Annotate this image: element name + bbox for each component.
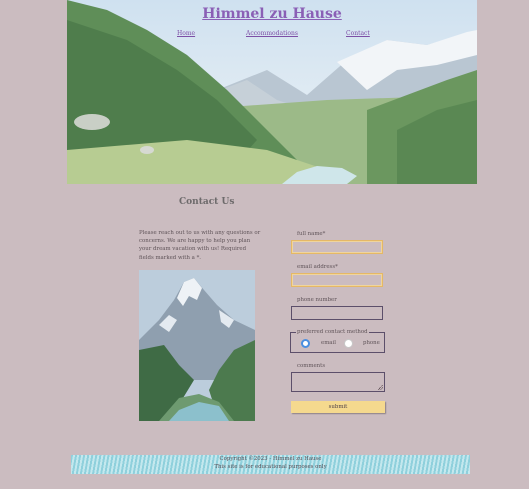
full-name-input[interactable] <box>291 240 383 254</box>
radio-email[interactable] <box>301 339 310 348</box>
footer-note: This site is for educational purposes on… <box>214 464 327 470</box>
email-address-input[interactable] <box>291 273 383 287</box>
site-footer: Copyright ©2023 - Himmel zu Hause This s… <box>71 455 470 474</box>
mountain-landscape-image <box>67 0 477 184</box>
mountain-peak-photo <box>139 270 255 421</box>
phone-number-input[interactable] <box>291 306 383 320</box>
footer-copyright: Copyright ©2023 - Himmel zu Hause <box>219 456 322 462</box>
radio-phone-label: phone <box>363 340 380 346</box>
comments-textarea[interactable] <box>291 372 385 392</box>
nav-link-contact[interactable]: Contact <box>346 30 370 37</box>
radio-phone[interactable] <box>344 339 353 348</box>
contact-intro-text: Please reach out to us with any question… <box>139 230 261 261</box>
radio-email-label: email <box>321 340 336 346</box>
submit-button[interactable]: submit <box>291 401 385 413</box>
contact-heading: Contact Us <box>179 197 235 207</box>
site-title[interactable]: Himmel zu Hause <box>67 6 477 22</box>
nav-link-accommodations[interactable]: Accommodations <box>246 30 298 37</box>
phone-number-label: phone number <box>297 297 337 303</box>
full-name-label: full name* <box>297 231 326 237</box>
hero-banner: Himmel zu Hause Home Accommodations Cont… <box>67 0 477 184</box>
email-address-label: email address* <box>297 264 338 270</box>
nav-link-home[interactable]: Home <box>177 30 195 37</box>
comments-label: comments <box>297 363 326 369</box>
preferred-contact-legend: preferred contact method <box>297 329 368 335</box>
